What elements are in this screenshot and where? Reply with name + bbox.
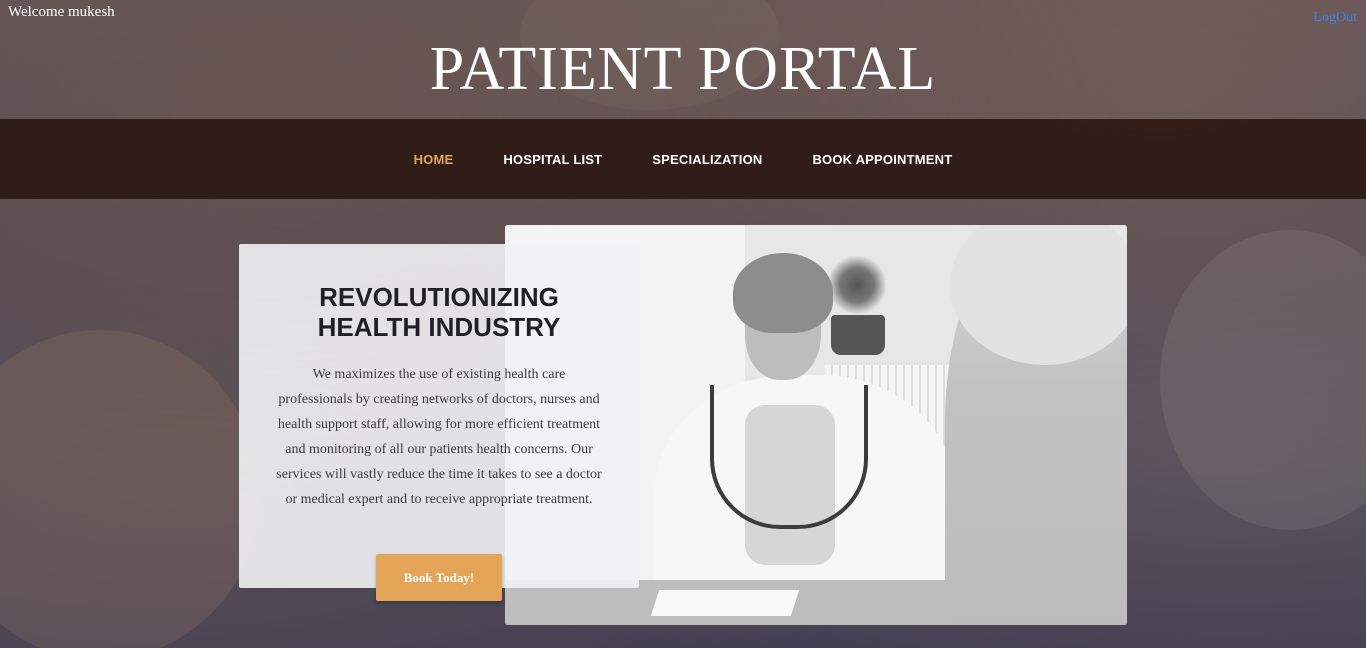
nav-list: HOME HOSPITAL LIST SPECIALIZATION BOOK A… <box>0 119 1366 199</box>
hero-heading-line2: HEALTH INDUSTRY <box>317 312 561 342</box>
hero-heading-line1: REVOLUTIONIZING <box>319 282 559 312</box>
photo-plant-pot <box>831 315 885 355</box>
site-title: PATIENT PORTAL <box>429 35 937 103</box>
logout-link[interactable]: LogOut <box>1313 10 1357 26</box>
stethoscope-icon <box>710 385 868 529</box>
photo-plant <box>827 255 887 315</box>
hero-description: We maximizes the use of existing health … <box>276 367 602 507</box>
nav-item-book-appointment[interactable]: BOOK APPOINTMENT <box>812 152 952 167</box>
hero-card: REVOLUTIONIZING HEALTH INDUSTRY We maxim… <box>239 244 639 588</box>
nav-item-hospital-list[interactable]: HOSPITAL LIST <box>503 152 602 167</box>
hero-heading: REVOLUTIONIZING HEALTH INDUSTRY <box>239 282 639 342</box>
photo-paper <box>650 590 800 616</box>
book-today-button[interactable]: Book Today! <box>376 554 502 601</box>
nav-item-specialization[interactable]: SPECIALIZATION <box>652 152 762 167</box>
background-shape <box>0 330 260 648</box>
welcome-text: Welcome mukesh <box>8 4 115 20</box>
main-navigation: HOME HOSPITAL LIST SPECIALIZATION BOOK A… <box>0 119 1366 199</box>
photo-doctor-hair <box>733 253 833 333</box>
nav-item-home[interactable]: HOME <box>414 152 454 167</box>
background-shape <box>1160 230 1366 530</box>
